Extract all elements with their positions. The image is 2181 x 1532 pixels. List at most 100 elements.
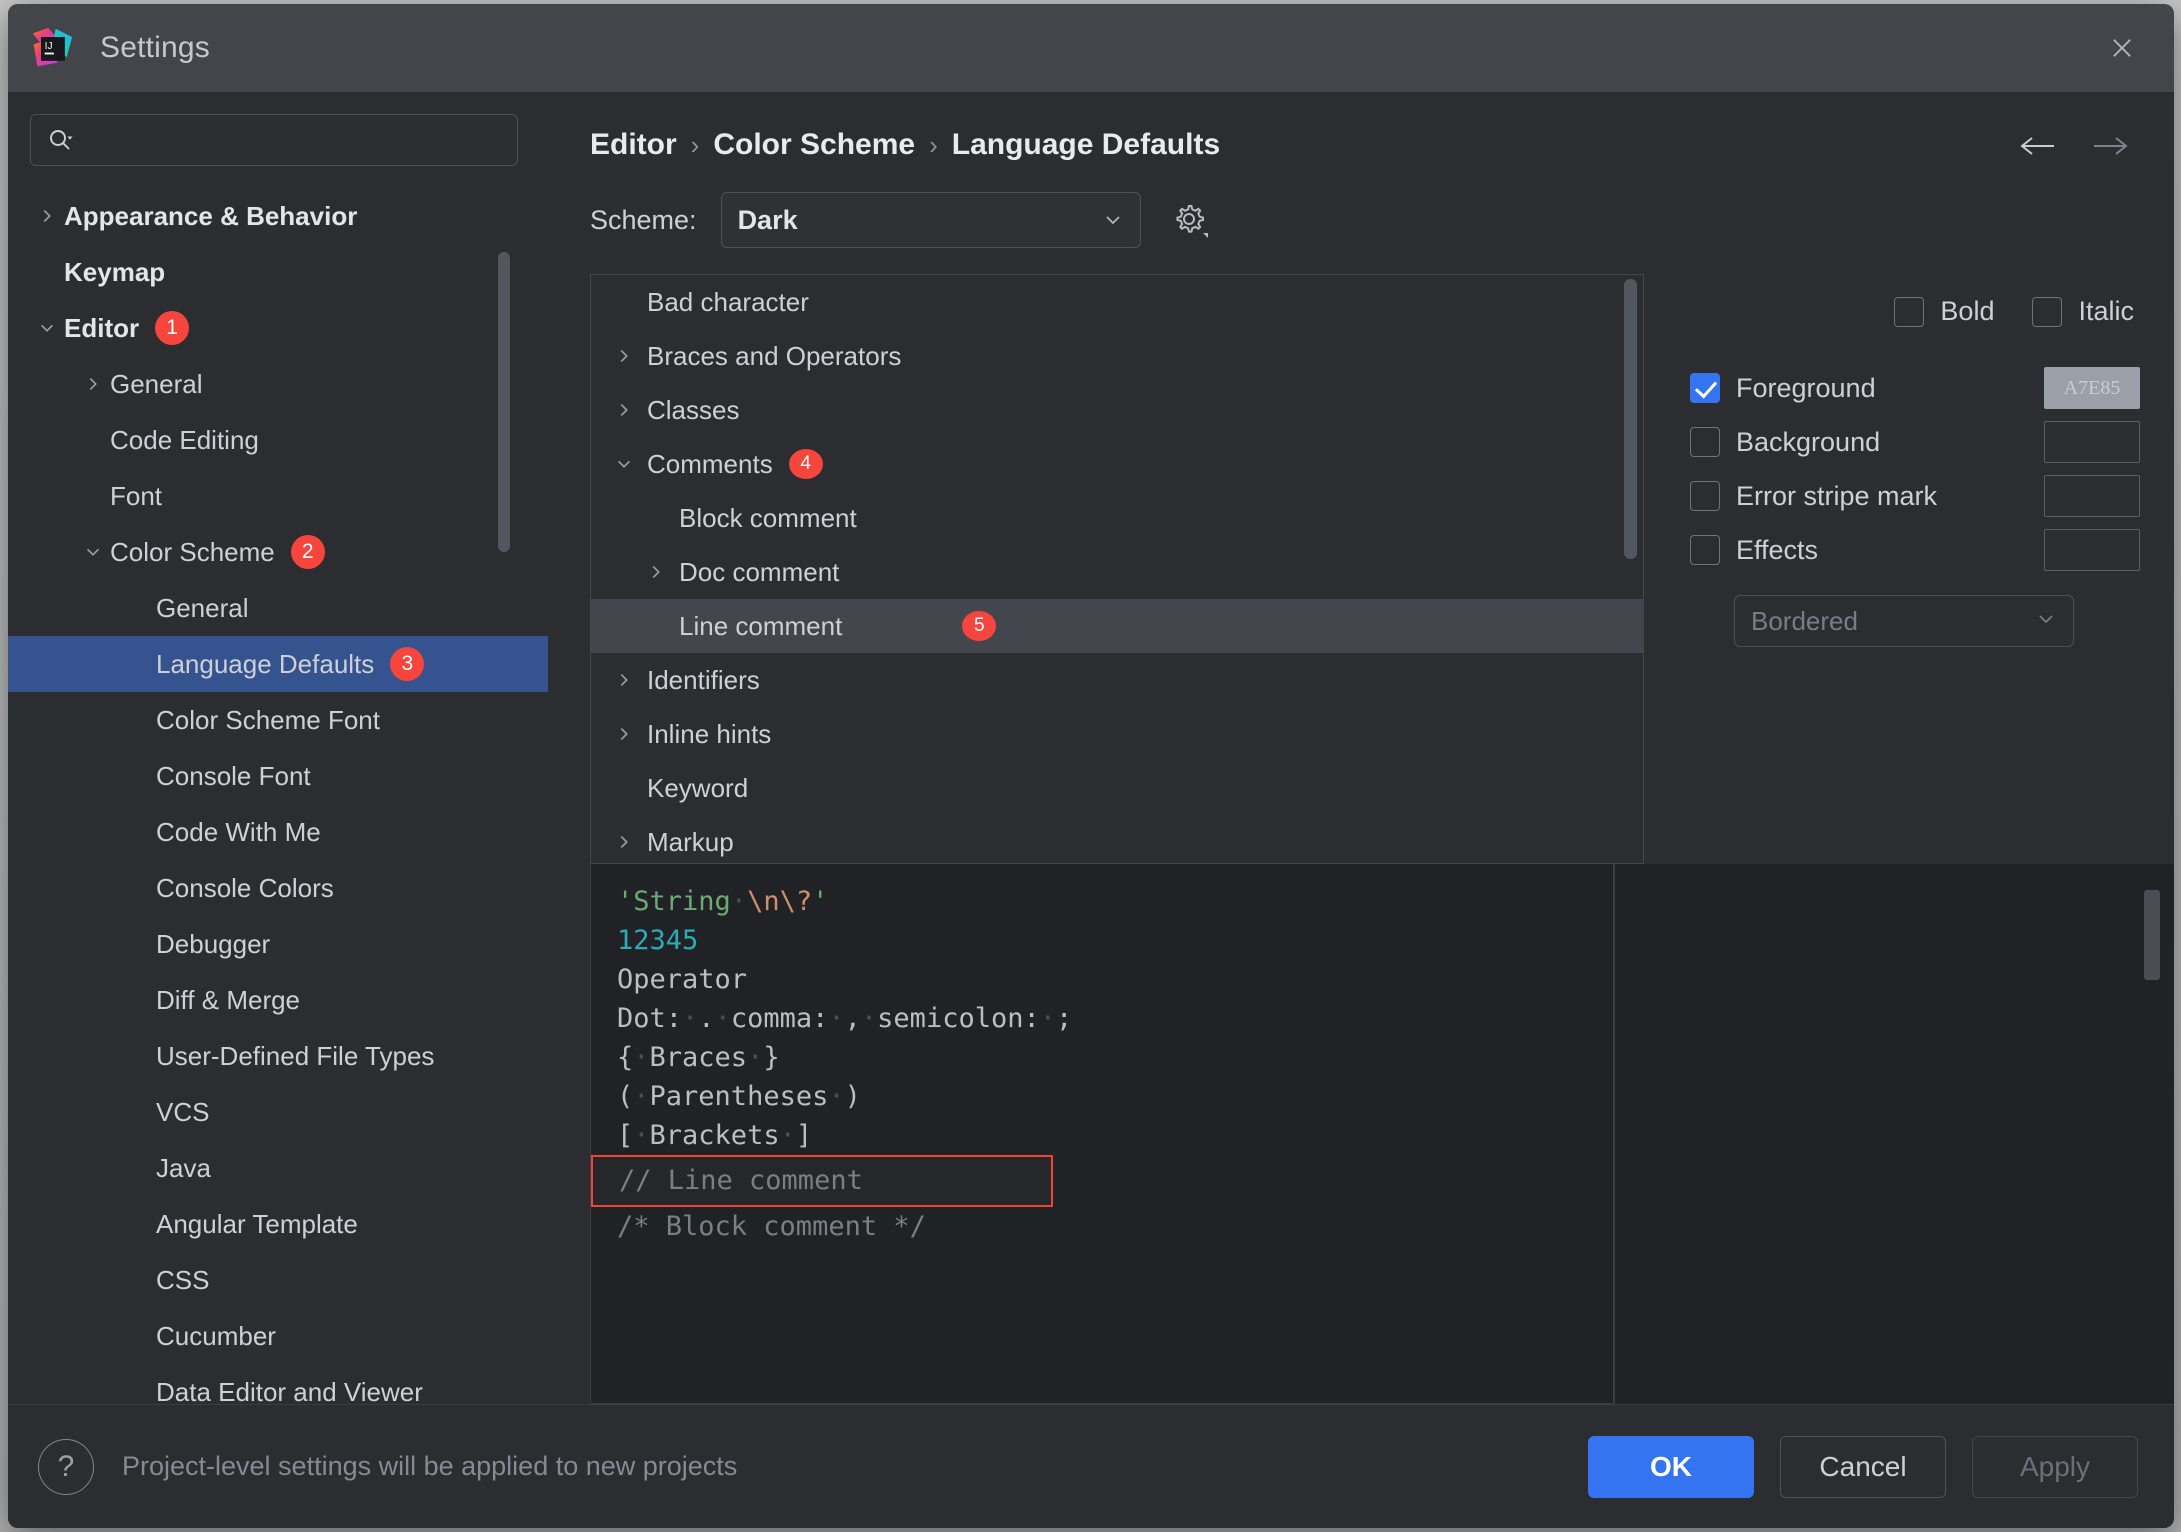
font-style-row: Bold Italic (1690, 296, 2140, 327)
help-icon[interactable]: ? (38, 1438, 94, 1495)
chevron-right-icon[interactable] (601, 724, 647, 744)
effects-color-swatch[interactable] (2044, 529, 2140, 571)
error-stripe-mark-checkbox[interactable]: Error stripe mark (1690, 481, 2044, 512)
sidebar-item-console-colors[interactable]: Console Colors (8, 860, 548, 916)
sidebar-item-appearance-behavior[interactable]: Appearance & Behavior (8, 188, 548, 244)
sidebar-item-color-scheme[interactable]: Color Scheme 2 (8, 524, 548, 580)
color-list-item-classes[interactable]: Classes (591, 383, 1643, 437)
sidebar-item-console-font[interactable]: Console Font (8, 748, 548, 804)
sidebar-item-debugger[interactable]: Debugger (8, 916, 548, 972)
chevron-right-icon[interactable] (30, 206, 64, 226)
ok-button[interactable]: OK (1588, 1435, 1754, 1498)
color-list-item-bad-character[interactable]: Bad character (591, 275, 1643, 329)
chevron-right-icon[interactable] (633, 562, 679, 582)
color-list-item-inline-hints[interactable]: Inline hints (591, 707, 1643, 761)
svg-text:IJ: IJ (45, 41, 53, 52)
token-line-comment: // Line comment (619, 1165, 863, 1196)
bold-checkbox[interactable]: Bold (1894, 296, 1994, 327)
color-list-item-label: Doc comment (679, 556, 840, 587)
whitespace-dot: · (828, 1081, 845, 1112)
arrow-right-icon[interactable] (2088, 126, 2132, 166)
italic-checkbox[interactable]: Italic (2032, 296, 2134, 327)
sidebar-item-code-with-me[interactable]: Code With Me (8, 804, 548, 860)
apply-button[interactable]: Apply (1972, 1435, 2138, 1498)
gear-icon[interactable] (1169, 199, 1211, 241)
foreground-color-swatch[interactable]: A7E85 (2044, 367, 2140, 409)
color-list-item-label: Block comment (679, 502, 857, 533)
sidebar-item-label: Cucumber (156, 1320, 276, 1351)
search-box[interactable] (30, 114, 518, 166)
background-checkbox-box[interactable] (1690, 427, 1720, 457)
option-row-effects: Effects (1690, 523, 2140, 577)
effects-checkbox-box[interactable] (1690, 535, 1720, 565)
color-list-item-block-comment[interactable]: Block comment (591, 491, 1643, 545)
error-stripe-mark-checkbox-box[interactable] (1690, 481, 1720, 511)
sidebar-item-keymap[interactable]: Keymap (8, 244, 548, 300)
scheme-select[interactable]: Dark (720, 192, 1141, 248)
sidebar-item-language-defaults[interactable]: Language Defaults 3 (8, 636, 548, 692)
background-color-swatch[interactable] (2044, 421, 2140, 463)
arrow-left-icon[interactable] (2016, 126, 2060, 166)
sidebar-item-code-editing[interactable]: Code Editing (8, 412, 548, 468)
sidebar-item-label: Console Font (156, 760, 311, 791)
preview-right-pane (1614, 864, 2174, 1404)
sidebar-item-vcs[interactable]: VCS (8, 1084, 548, 1140)
settings-dialog: IJ Settings Appearance & Behavior Keymap… (8, 4, 2174, 1528)
chevron-right-icon[interactable] (601, 346, 647, 366)
chevron-right-icon[interactable] (601, 832, 647, 852)
foreground-checkbox[interactable]: Foreground (1690, 373, 2044, 404)
chevron-down-icon[interactable] (30, 318, 64, 338)
sidebar-item-color-scheme-font[interactable]: Color Scheme Font (8, 692, 548, 748)
sidebar-item-java[interactable]: Java (8, 1140, 548, 1196)
sidebar-item-angular-template[interactable]: Angular Template (8, 1196, 548, 1252)
color-list-item-braces-and-operators[interactable]: Braces and Operators (591, 329, 1643, 383)
color-list-item-label: Braces and Operators (647, 340, 902, 371)
sidebar-item-font[interactable]: Font (8, 468, 548, 524)
search-input[interactable] (83, 127, 501, 153)
background-checkbox[interactable]: Background (1690, 427, 2044, 458)
intellij-idea-logo-icon: IJ (30, 26, 74, 70)
sidebar-item-diff-merge[interactable]: Diff & Merge (8, 972, 548, 1028)
sidebar-scrollbar-thumb[interactable] (498, 252, 510, 552)
chevron-right-icon[interactable] (76, 374, 110, 394)
effects-checkbox[interactable]: Effects (1690, 535, 2044, 566)
color-list-item-doc-comment[interactable]: Doc comment (591, 545, 1643, 599)
chevron-down-icon[interactable] (601, 454, 647, 474)
sidebar-item-label: Editor (64, 312, 140, 343)
preview-line-number: 12345 (591, 921, 1613, 960)
breadcrumb-item-color-scheme[interactable]: Color Scheme (713, 128, 915, 162)
code-preview[interactable]: 'String·\n\?' 12345 Operator Dot:·.·comm… (590, 864, 1614, 1404)
sidebar-scrollbar[interactable] (498, 252, 510, 652)
color-list-item-markup[interactable]: Markup (591, 815, 1643, 863)
preview-scrollbar-thumb[interactable] (2144, 890, 2160, 980)
chevron-down-icon[interactable] (76, 542, 110, 562)
cancel-button[interactable]: Cancel (1780, 1435, 1946, 1498)
error-stripe-mark-color-swatch[interactable] (2044, 475, 2140, 517)
foreground-checkbox-box[interactable] (1690, 373, 1720, 403)
color-list-item-keyword[interactable]: Keyword (591, 761, 1643, 815)
sidebar-item-general[interactable]: General (8, 580, 548, 636)
sidebar-item-user-defined-file-types[interactable]: User-Defined File Types (8, 1028, 548, 1084)
preview-line-line-comment-highlighted[interactable]: // Line comment (591, 1155, 1053, 1207)
sidebar-item-css[interactable]: CSS (8, 1252, 548, 1308)
sidebar-item-general[interactable]: General (8, 356, 548, 412)
color-list-scrollbar[interactable] (1624, 279, 1637, 559)
chevron-right-icon[interactable] (601, 400, 647, 420)
close-icon[interactable] (2100, 26, 2144, 70)
sidebar-item-editor[interactable]: Editor 1 (8, 300, 548, 356)
chevron-right-icon[interactable] (601, 670, 647, 690)
color-list-item-identifiers[interactable]: Identifiers (591, 653, 1643, 707)
scheme-label: Scheme: (590, 204, 697, 235)
sidebar-item-label: Console Colors (156, 872, 334, 903)
sidebar-item-cucumber[interactable]: Cucumber (8, 1308, 548, 1364)
bold-checkbox-box[interactable] (1894, 296, 1925, 327)
color-list-item-comments[interactable]: Comments 4 (591, 437, 1643, 491)
sidebar-item-label: Font (110, 480, 163, 511)
italic-checkbox-box[interactable] (2032, 296, 2063, 327)
breadcrumb-item-editor[interactable]: Editor (590, 128, 677, 162)
effect-type-select[interactable]: Bordered (1734, 595, 2074, 647)
whitespace-dot: · (828, 1003, 845, 1034)
color-list-item-line-comment[interactable]: Line comment 5 (591, 599, 1643, 653)
sidebar-item-data-editor-and-viewer[interactable]: Data Editor and Viewer (8, 1364, 548, 1405)
upper-row: Bad character Braces and Operators Classes… (548, 274, 2174, 864)
